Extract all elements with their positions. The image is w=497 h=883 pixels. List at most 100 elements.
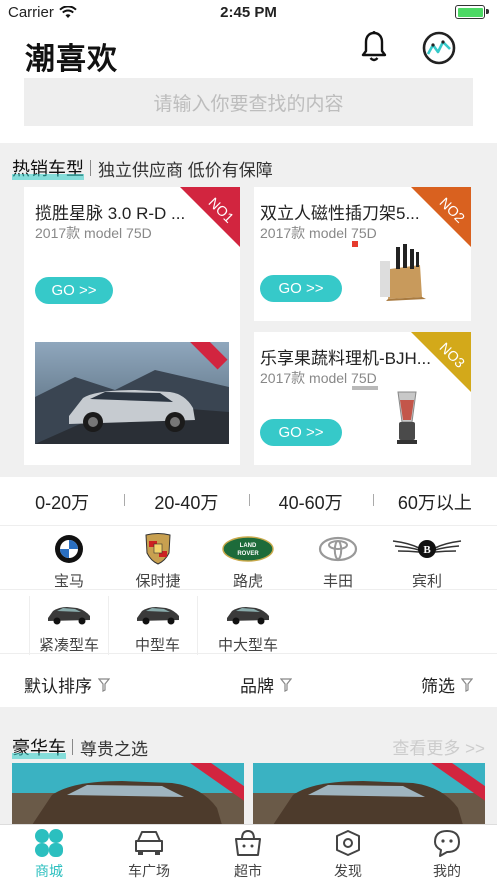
section-gap <box>0 707 497 725</box>
price-option[interactable]: 0-20万 <box>0 489 124 515</box>
hot-subtitle: 独立供应商 低价有保障 <box>98 160 273 180</box>
brand-porsche[interactable]: 保时捷 <box>118 532 198 591</box>
profile-icon <box>434 830 460 857</box>
luxury-subtitle: 尊贵之选 <box>80 739 148 759</box>
svg-text:B: B <box>423 544 431 556</box>
go-button[interactable]: GO >> <box>35 277 113 304</box>
brand-label: 路虎 <box>232 573 263 590</box>
range-rover-image <box>35 342 229 444</box>
land-rover-logo-icon: LAND ROVER <box>222 536 274 562</box>
rank-badge: NO3 <box>411 332 471 392</box>
luxury-section: 豪华车 尊贵之选 查看更多 >> <box>0 725 497 825</box>
car-type-large[interactable]: 中大型车 <box>208 596 288 655</box>
tab-mall[interactable]: 商城 <box>14 829 84 881</box>
blender-image <box>352 386 417 444</box>
suv-image <box>12 763 244 825</box>
brand-label: 丰田 <box>322 573 353 590</box>
go-button[interactable]: GO >> <box>260 275 342 302</box>
hot-card-2[interactable]: 双立人磁性插刀架5... 2017款 model 75D GO >> NO2 <box>254 187 471 321</box>
sort-default-label: 默认排序 <box>24 677 92 696</box>
rank-badge: NO1 <box>180 187 240 247</box>
rank-badge: NO2 <box>411 187 471 247</box>
go-button[interactable]: GO >> <box>260 419 342 446</box>
knife-block-image <box>352 241 426 301</box>
page-title: 潮喜欢 <box>25 43 118 76</box>
tab-label: 超市 <box>234 863 262 879</box>
tab-profile[interactable]: 我的 <box>412 829 482 881</box>
brand-landrover[interactable]: LAND ROVER 路虎 <box>208 532 288 591</box>
car-type-compact[interactable]: 紧凑型车 <box>29 596 109 655</box>
luxury-title: 豪华车 <box>12 734 66 760</box>
brand-label: 保时捷 <box>135 573 181 590</box>
car-type-filter: 紧凑型车 中型车 中大型车 <box>0 591 497 655</box>
battery-icon <box>455 5 489 19</box>
toyota-logo-icon <box>318 536 358 562</box>
price-filter: 0-20万 20-40万 40-60万 60万以上 <box>0 478 497 526</box>
tab-label: 商城 <box>35 863 63 879</box>
tab-bar: 商城 车广场 超市 发现 我的 <box>0 824 497 883</box>
brand-label: 宝马 <box>53 573 84 590</box>
brand-filter: 宝马 保时捷 LAND ROVER 路虎 丰田 B 宾利 <box>0 527 497 590</box>
product-model: 2017款 model 75D <box>260 370 377 386</box>
sedan-icon <box>48 607 90 625</box>
porsche-logo-icon <box>145 533 171 565</box>
basket-icon <box>235 829 261 856</box>
filter-icon <box>461 677 473 692</box>
suv-image <box>253 763 485 825</box>
filter-icon <box>98 677 110 692</box>
brand-label: 宾利 <box>411 573 442 590</box>
sort-default[interactable]: 默认排序 <box>24 672 110 697</box>
product-name: 双立人磁性插刀架5... <box>260 204 420 223</box>
search-input[interactable]: 请输入你要查找的内容 <box>24 78 473 126</box>
luxury-header: 豪华车 尊贵之选 <box>12 734 148 760</box>
divider <box>72 739 73 755</box>
chart-circle-icon[interactable] <box>421 30 457 66</box>
tab-label: 发现 <box>334 863 362 879</box>
tab-supermarket[interactable]: 超市 <box>213 829 283 881</box>
svg-text:LAND: LAND <box>240 543 257 549</box>
brand-toyota[interactable]: 丰田 <box>298 532 378 591</box>
car-type-label: 紧凑型车 <box>38 637 99 654</box>
product-name: 乐享果蔬料理机-BJH... <box>260 349 431 368</box>
car-icon <box>135 831 163 855</box>
sort-bar: 默认排序 品牌 筛选 <box>0 660 497 706</box>
hot-card-1[interactable]: 揽胜星脉 3.0 R-D ... 2017款 model 75D GO >> N… <box>24 187 240 465</box>
brand-bmw[interactable]: 宝马 <box>29 532 109 591</box>
hot-section: 热销车型 独立供应商 低价有保障 揽胜星脉 3.0 R-D ... 2017款 … <box>0 143 497 477</box>
hot-card-3[interactable]: 乐享果蔬料理机-BJH... 2017款 model 75D GO >> NO3 <box>254 332 471 465</box>
bmw-logo-icon <box>55 535 83 563</box>
tab-discover[interactable]: 发现 <box>313 829 383 881</box>
app-header: 潮喜欢 <box>0 26 497 76</box>
svg-text:ROVER: ROVER <box>237 551 259 557</box>
sort-filter[interactable]: 筛选 <box>421 672 473 697</box>
mall-icon <box>35 829 63 857</box>
sedan-icon <box>227 607 269 625</box>
product-name: 揽胜星脉 3.0 R-D ... <box>35 204 186 223</box>
sort-filter-label: 筛选 <box>421 677 455 696</box>
product-model: 2017款 model 75D <box>260 225 377 241</box>
car-type-label: 中大型车 <box>217 637 278 654</box>
bentley-logo-icon: B <box>392 540 462 558</box>
luxury-card[interactable] <box>253 763 485 825</box>
tab-label: 车广场 <box>128 863 170 879</box>
filter-icon <box>280 677 292 692</box>
luxury-card[interactable] <box>12 763 244 825</box>
car-type-label: 中型车 <box>134 637 180 654</box>
status-time: 2:45 PM <box>220 4 277 21</box>
status-bar: Carrier 2:45 PM <box>0 0 497 26</box>
sedan-icon <box>136 607 179 625</box>
tab-label: 我的 <box>433 863 461 879</box>
sort-brand-label: 品牌 <box>240 677 274 696</box>
tab-car-plaza[interactable]: 车广场 <box>114 829 184 881</box>
product-model: 2017款 model 75D <box>35 225 152 241</box>
see-more-link[interactable]: 查看更多 >> <box>392 734 485 759</box>
discover-icon <box>336 830 360 856</box>
price-option[interactable]: 60万以上 <box>372 489 497 515</box>
car-type-mid[interactable]: 中型车 <box>118 596 198 655</box>
divider <box>90 160 91 176</box>
price-option[interactable]: 20-40万 <box>124 489 248 515</box>
bell-icon[interactable] <box>358 30 390 64</box>
price-option[interactable]: 40-60万 <box>248 489 373 515</box>
sort-brand[interactable]: 品牌 <box>240 672 292 697</box>
brand-bentley[interactable]: B 宾利 <box>387 532 467 591</box>
